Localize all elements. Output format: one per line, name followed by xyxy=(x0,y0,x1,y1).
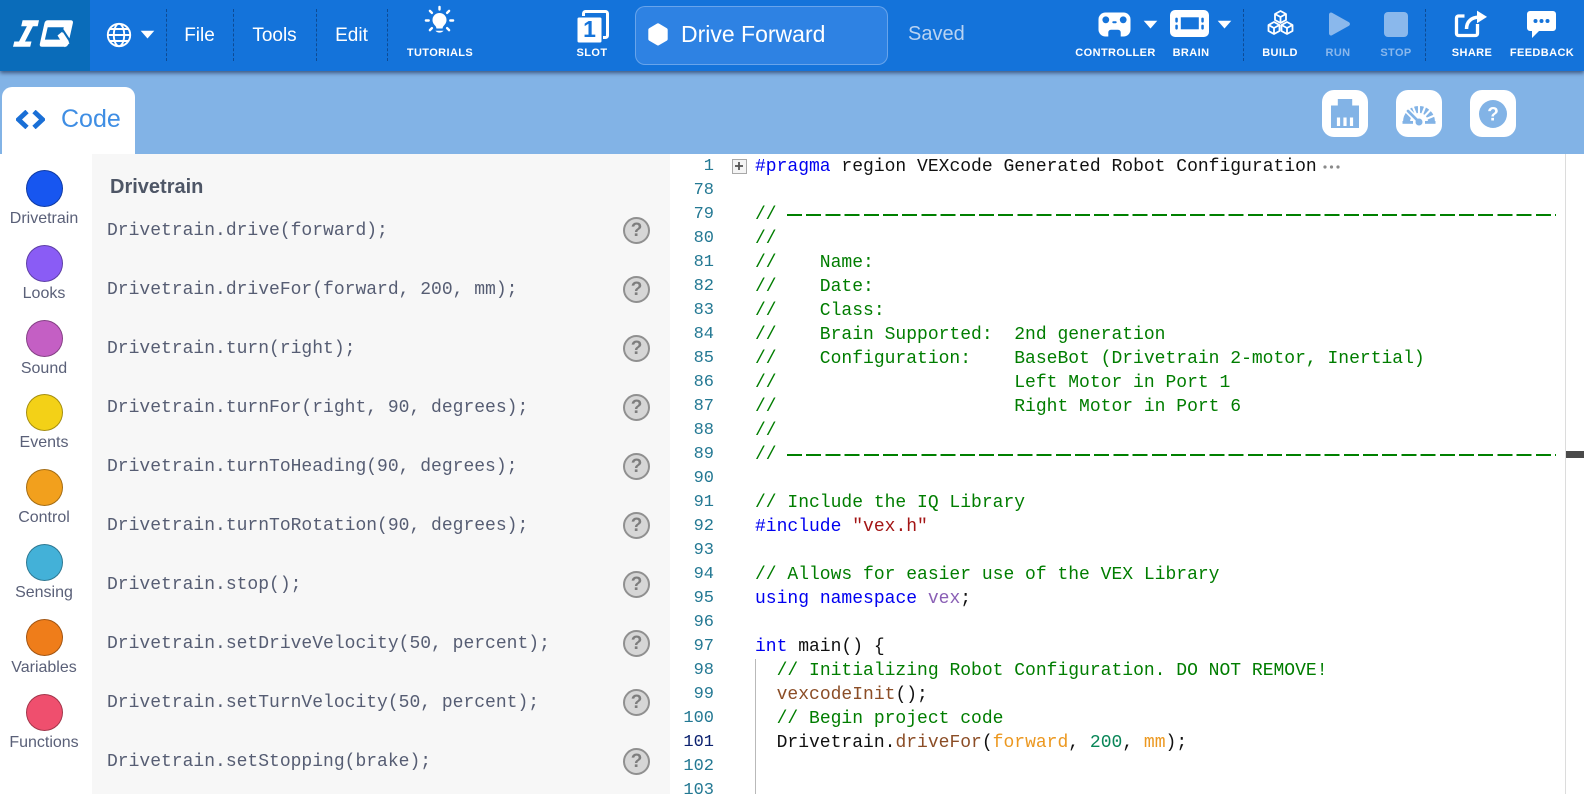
svg-text:1: 1 xyxy=(583,16,596,42)
svg-text:?: ? xyxy=(1487,104,1499,125)
